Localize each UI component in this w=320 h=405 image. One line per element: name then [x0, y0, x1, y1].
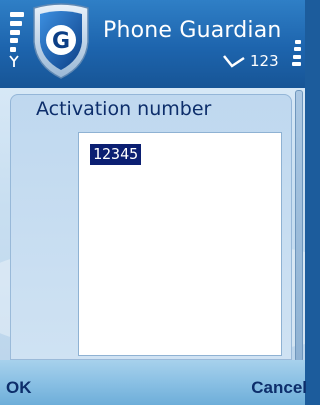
activation-dialog: Activation number 12345: [10, 94, 292, 360]
cancel-softkey[interactable]: Cancel: [251, 378, 307, 398]
antenna-icon: [9, 55, 19, 67]
app-icon-letter: G: [52, 29, 70, 54]
status-pane: G Phone Guardian 123: [0, 0, 305, 88]
signal-strength-icon: [10, 12, 24, 52]
scrollbar[interactable]: [295, 90, 303, 362]
ok-softkey[interactable]: OK: [6, 378, 32, 398]
activation-number-value[interactable]: 12345: [90, 144, 142, 165]
message-indicator: 123: [222, 50, 279, 72]
app-title: Phone Guardian: [103, 18, 282, 43]
battery-icon: [291, 40, 301, 66]
message-count: 123: [250, 52, 279, 70]
dialog-heading: Activation number: [36, 98, 212, 120]
shield-g-icon: G: [33, 3, 89, 79]
activation-number-field[interactable]: 12345: [78, 132, 282, 356]
main-pane: Activation number 12345: [0, 88, 305, 360]
softkey-bar: OK Cancel: [0, 360, 307, 405]
message-envelope-icon: [223, 55, 245, 68]
